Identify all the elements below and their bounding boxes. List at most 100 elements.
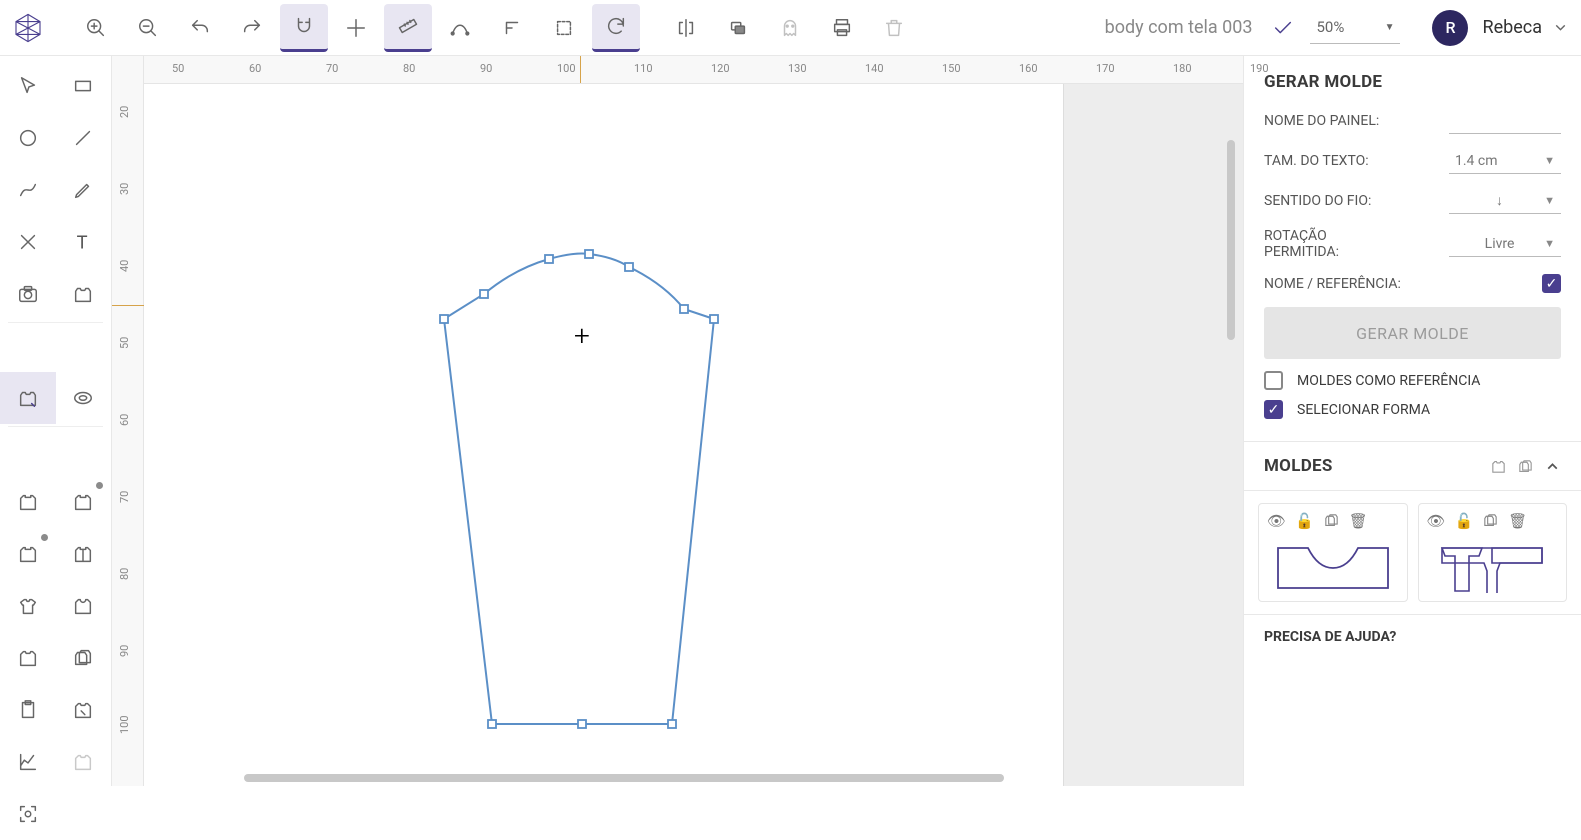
- garment-faded-icon[interactable]: [56, 736, 112, 788]
- ruler-measure-icon[interactable]: [384, 4, 432, 52]
- undo-icon[interactable]: [176, 4, 224, 52]
- vruler-tick: 100: [118, 715, 131, 734]
- text-tool-icon[interactable]: T: [56, 216, 112, 268]
- nome-painel-input[interactable]: [1449, 108, 1561, 134]
- pattern-outline-tool-icon[interactable]: [56, 268, 112, 320]
- canvas-wrap: 2030405060708090100 50607080901001101201…: [112, 56, 1243, 786]
- eye-icon[interactable]: 👁: [1427, 512, 1446, 530]
- zoom-dropdown[interactable]: 50% ▼: [1310, 12, 1400, 44]
- selecionar-forma-checkbox[interactable]: ✓: [1264, 400, 1283, 419]
- garment-h-icon[interactable]: [56, 684, 112, 736]
- garment-e-icon[interactable]: [0, 580, 56, 632]
- molde-thumb-icon: [1273, 538, 1393, 593]
- redo-icon[interactable]: [228, 4, 276, 52]
- help-row[interactable]: PRECISA DE AJUDA?: [1244, 614, 1581, 659]
- pattern-fill-tool-icon[interactable]: [0, 372, 56, 424]
- gerar-molde-button[interactable]: GERAR MOLDE: [1264, 307, 1561, 359]
- left-toolbox: T: [0, 56, 112, 786]
- hruler-tick: 150: [942, 62, 961, 75]
- orthogonal-icon[interactable]: [488, 4, 536, 52]
- hruler-tick: 110: [634, 62, 653, 75]
- tam-texto-dropdown[interactable]: 1.4 cm ▼: [1449, 148, 1561, 174]
- scan-tool-icon[interactable]: [0, 788, 56, 840]
- measure-tape-tool-icon[interactable]: [56, 372, 112, 424]
- moldes-title: MOLDES: [1264, 456, 1333, 476]
- horizontal-scrollbar[interactable]: [244, 774, 1004, 782]
- horizontal-guide[interactable]: [112, 305, 144, 306]
- pattern-shape[interactable]: [144, 84, 1064, 784]
- sentido-fio-label: SENTIDO DO FIO:: [1264, 193, 1371, 209]
- sentido-fio-dropdown[interactable]: ↓ ▼: [1449, 188, 1561, 214]
- vruler-tick: 40: [118, 260, 131, 272]
- zoom-in-icon[interactable]: [72, 4, 120, 52]
- user-menu-chevron-icon[interactable]: [1552, 19, 1569, 36]
- sentido-fio-row: SENTIDO DO FIO: ↓ ▼: [1264, 188, 1561, 214]
- moldes-ref-checkbox[interactable]: [1264, 371, 1283, 390]
- crosshair-icon[interactable]: [332, 4, 380, 52]
- vruler-tick: 60: [118, 414, 131, 426]
- garment-f-icon[interactable]: [56, 580, 112, 632]
- multi-pattern-icon[interactable]: [1517, 458, 1534, 475]
- garment-c-icon[interactable]: [0, 528, 56, 580]
- molde-card[interactable]: 👁 🔓 🗑: [1258, 503, 1408, 602]
- user-avatar[interactable]: R: [1432, 10, 1468, 46]
- rectangle-tool-icon[interactable]: [56, 60, 112, 112]
- tam-texto-row: TAM. DO TEXTO: 1.4 cm ▼: [1264, 148, 1561, 174]
- unlock-icon[interactable]: 🔓: [1455, 512, 1474, 530]
- garment-b-icon[interactable]: [56, 476, 112, 528]
- clipboard-tool-icon[interactable]: [0, 684, 56, 736]
- garment-g-icon[interactable]: [0, 632, 56, 684]
- unlock-icon[interactable]: 🔓: [1295, 512, 1314, 530]
- copy-pattern-icon[interactable]: [1323, 512, 1340, 530]
- ghost-icon[interactable]: [766, 4, 814, 52]
- vruler-tick: 90: [118, 645, 131, 657]
- vertical-guide[interactable]: [580, 56, 581, 83]
- gerar-molde-section: GERAR MOLDE NOME DO PAINEL: TAM. DO TEXT…: [1244, 56, 1581, 442]
- molde-card[interactable]: 👁 🔓 🗑: [1418, 503, 1568, 602]
- app-logo-icon[interactable]: [12, 12, 44, 44]
- circle-tool-icon[interactable]: [0, 112, 56, 164]
- pencil-tool-icon[interactable]: [56, 164, 112, 216]
- trash-icon[interactable]: 🗑: [1349, 512, 1368, 530]
- curve-edit-icon[interactable]: [436, 4, 484, 52]
- print-icon[interactable]: [818, 4, 866, 52]
- section-title: GERAR MOLDE: [1264, 72, 1561, 92]
- document-name[interactable]: body com tela 003: [922, 17, 1268, 38]
- line-tool-icon[interactable]: [56, 112, 112, 164]
- garment-a-icon[interactable]: [0, 476, 56, 528]
- hruler-tick: 120: [711, 62, 730, 75]
- garment-multi-icon[interactable]: [56, 632, 112, 684]
- page-area[interactable]: +: [144, 84, 1064, 786]
- confirm-check-icon[interactable]: [1272, 17, 1294, 39]
- copy-pattern-icon[interactable]: [1482, 512, 1499, 530]
- hruler-tick: 130: [788, 62, 807, 75]
- eye-icon[interactable]: 👁: [1267, 512, 1286, 530]
- refresh-icon[interactable]: [592, 4, 640, 52]
- rotacao-dropdown[interactable]: Livre ▼: [1449, 231, 1561, 257]
- camera-tool-icon[interactable]: [0, 268, 56, 320]
- user-name[interactable]: Rebeca: [1482, 17, 1542, 38]
- vertical-scrollbar[interactable]: [1227, 140, 1235, 340]
- zoom-out-icon[interactable]: [124, 4, 172, 52]
- delete-tool-icon[interactable]: [0, 216, 56, 268]
- graph-tool-icon[interactable]: [0, 736, 56, 788]
- curve-tool-icon[interactable]: [0, 164, 56, 216]
- select-tool-icon[interactable]: [0, 60, 56, 112]
- mirror-icon[interactable]: [662, 4, 710, 52]
- moldes-ref-row[interactable]: MOLDES COMO REFERÊNCIA: [1264, 371, 1561, 390]
- single-pattern-icon[interactable]: [1490, 458, 1507, 475]
- hruler-tick: 190: [1250, 62, 1269, 75]
- garment-d-icon[interactable]: [56, 528, 112, 580]
- chevron-down-icon: ▼: [1544, 237, 1555, 250]
- canvas[interactable]: +: [144, 84, 1243, 786]
- layers-icon[interactable]: [714, 4, 762, 52]
- nome-ref-checkbox[interactable]: ✓: [1542, 274, 1561, 293]
- vruler-tick: 70: [118, 491, 131, 503]
- snap-magnet-icon[interactable]: [280, 4, 328, 52]
- trash-icon[interactable]: 🗑: [1508, 512, 1527, 530]
- selecionar-forma-row[interactable]: ✓ SELECIONAR FORMA: [1264, 400, 1561, 419]
- bounding-box-icon[interactable]: [540, 4, 588, 52]
- chevron-up-icon[interactable]: [1544, 458, 1561, 475]
- delete-icon[interactable]: [870, 4, 918, 52]
- zoom-value: 50%: [1316, 18, 1344, 36]
